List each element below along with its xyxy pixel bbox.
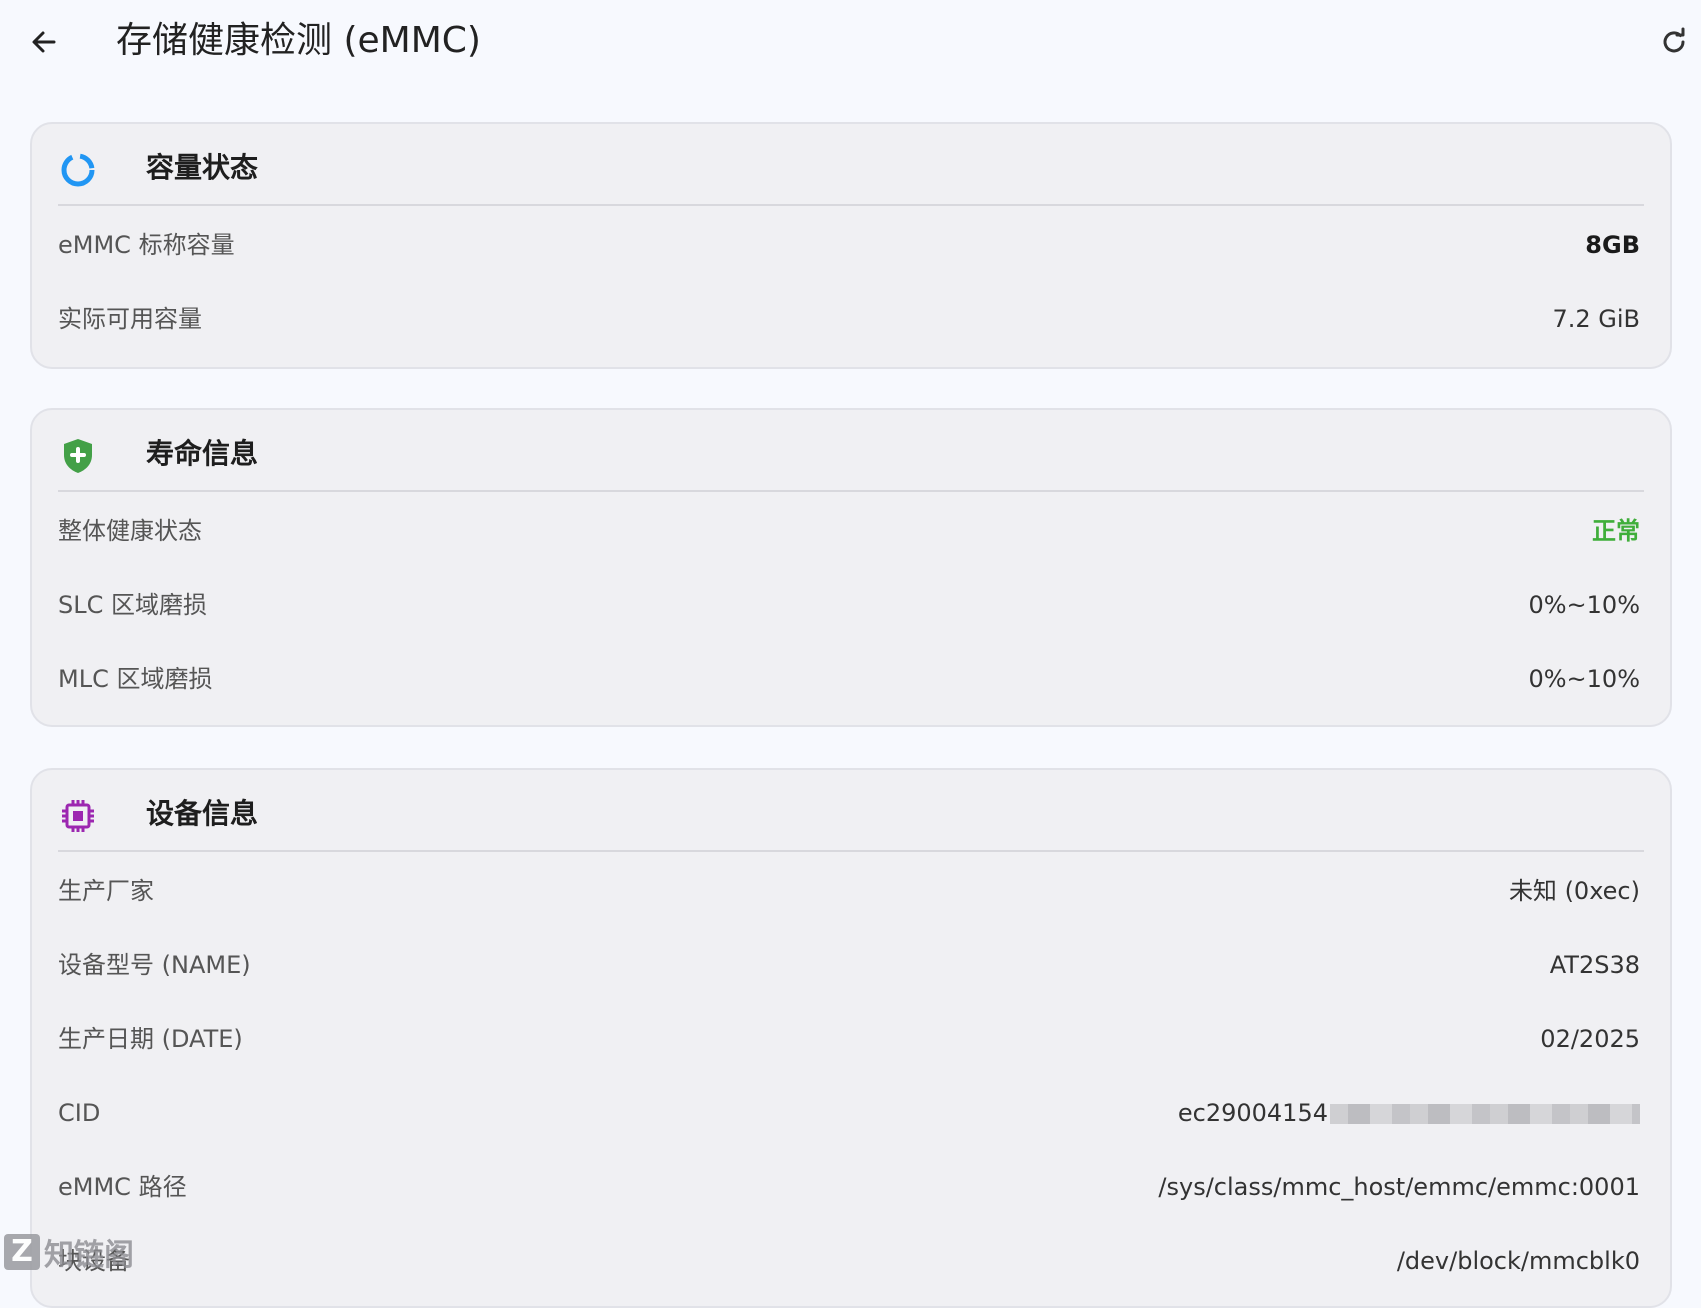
capacity-card: 容量状态 eMMC 标称容量 8GB 实际可用容量 7.2 GiB [30,122,1672,369]
info-row: 实际可用容量 7.2 GiB [58,299,1640,339]
chip-icon [62,800,94,832]
watermark-z-icon: Z [4,1234,40,1270]
info-row: 设备型号 (NAME) AT2S38 [58,945,1640,985]
info-row: eMMC 路径 /sys/class/mmc_host/emmc/emmc:00… [58,1167,1640,1207]
shield-plus-icon [64,439,92,473]
row-label: 生产日期 (DATE) [58,1025,243,1053]
page-title: 存储健康检测 (eMMC) [116,20,481,61]
top-app-bar: 存储健康检测 (eMMC) [0,0,1701,86]
row-label: 整体健康状态 [58,517,202,545]
info-row: SLC 区域磨损 0%~10% [58,585,1640,625]
device-card-header: 设备信息 [58,770,1644,852]
refresh-icon [1663,27,1685,53]
cid-value-container: ec29004154 [1178,1093,1640,1133]
lifetime-card: 寿命信息 整体健康状态 正常 SLC 区域磨损 0%~10% MLC 区域磨损 … [30,408,1672,727]
info-row: 生产厂家 未知 (0xec) [58,871,1640,911]
info-row: 整体健康状态 正常 [58,511,1640,551]
device-card-title: 设备信息 [146,797,259,830]
lifetime-card-header: 寿命信息 [58,410,1644,492]
ring-progress-icon [61,153,95,187]
back-button[interactable] [24,22,64,62]
row-value: /dev/block/mmcblk0 [1396,1247,1640,1275]
row-value: 02/2025 [1540,1025,1640,1053]
capacity-card-title: 容量状态 [146,151,259,184]
row-label: eMMC 路径 [58,1173,187,1201]
watermark-text: 知链阁 [44,1238,134,1273]
row-value: 未知 (0xec) [1508,877,1640,905]
row-value: 0%~10% [1528,591,1640,619]
info-row: 生产日期 (DATE) 02/2025 [58,1019,1640,1059]
info-row: eMMC 标称容量 8GB [58,225,1640,265]
cid-value: ec29004154 [1177,1099,1328,1127]
row-value: 0%~10% [1528,665,1640,693]
row-value: AT2S38 [1549,951,1640,979]
row-label: 生产厂家 [58,877,154,905]
info-row: CID ec29004154 [58,1093,1640,1133]
row-label: 实际可用容量 [58,305,202,333]
health-status-value: 正常 [1592,517,1640,545]
row-value: 8GB [1585,231,1640,259]
cid-redacted-mask [1330,1104,1640,1124]
lifetime-card-title: 寿命信息 [146,437,259,470]
row-label: 设备型号 (NAME) [58,951,251,979]
row-label: eMMC 标称容量 [58,231,235,259]
watermark-logo: Z 知链阁 [4,1230,134,1274]
row-label: SLC 区域磨损 [58,591,207,619]
capacity-card-header: 容量状态 [58,124,1644,206]
info-row: MLC 区域磨损 0%~10% [58,659,1640,699]
row-value: 7.2 GiB [1552,305,1640,333]
device-card: 设备信息 生产厂家 未知 (0xec) 设备型号 (NAME) AT2S38 生… [30,768,1672,1308]
row-label: CID [58,1099,101,1127]
arrow-left-icon [32,31,56,53]
row-value: /sys/class/mmc_host/emmc/emmc:0001 [1158,1173,1640,1201]
row-label: MLC 区域磨损 [58,665,213,693]
refresh-button[interactable] [1654,22,1694,62]
info-row: 块设备 /dev/block/mmcblk0 [58,1241,1640,1281]
